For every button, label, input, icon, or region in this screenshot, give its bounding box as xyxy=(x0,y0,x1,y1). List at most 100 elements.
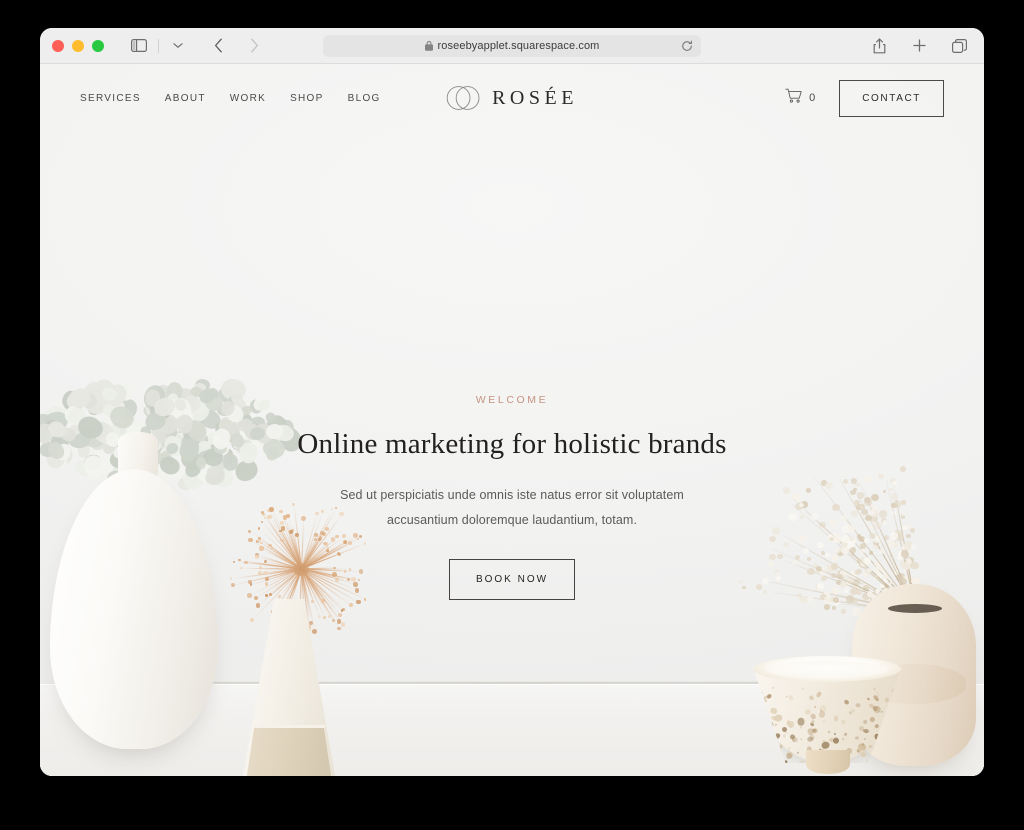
tabs-icon[interactable] xyxy=(946,34,972,58)
photo-bowl-speckle xyxy=(873,723,880,729)
window-traffic-lights xyxy=(52,39,104,52)
nav-item-work[interactable]: WORK xyxy=(230,93,266,104)
toolbar-right-controls xyxy=(866,34,972,58)
photo-small-vase-ring xyxy=(253,725,325,728)
photo-bowl-speckle xyxy=(862,718,868,725)
photo-bowl-speckle xyxy=(784,731,789,735)
toolbar-navigation xyxy=(205,34,267,58)
photo-bowl-speckle xyxy=(843,698,850,706)
web-page-viewport: SERVICES ABOUT WORK SHOP BLOG ROSÉE 0 CO… xyxy=(40,64,984,776)
sidebar-toggle-icon[interactable] xyxy=(126,34,152,58)
nav-item-shop[interactable]: SHOP xyxy=(290,93,324,104)
photo-bowl-speckle xyxy=(799,737,803,741)
photo-bowl-speckle xyxy=(788,694,795,702)
back-arrow-icon[interactable] xyxy=(205,34,231,58)
photo-bowl-speckle xyxy=(841,738,845,741)
photo-bowl-speckle xyxy=(868,744,872,748)
photo-bowl-speckle xyxy=(787,720,795,729)
photo-bowl-speckle xyxy=(802,688,804,690)
photo-bowl-interior xyxy=(766,661,888,678)
shopping-cart-icon xyxy=(785,88,803,109)
photo-bowl-speckle xyxy=(841,719,847,726)
toolbar-left-controls xyxy=(126,34,191,58)
photo-bowl-speckle xyxy=(808,694,815,702)
lock-icon xyxy=(424,40,433,51)
photo-bowl-speckle xyxy=(774,723,777,726)
photo-allium-floret xyxy=(250,618,254,622)
book-now-button[interactable]: BOOK NOW xyxy=(448,559,576,600)
photo-bowl-speckle xyxy=(813,705,817,710)
photo-allium-floret xyxy=(338,612,343,617)
photo-bowl-speckle xyxy=(796,751,800,754)
photo-babys-breath-floret xyxy=(831,606,836,610)
photo-bowl-speckle xyxy=(831,737,841,746)
photo-bowl-speckle xyxy=(868,716,876,723)
contact-button[interactable]: CONTACT xyxy=(839,79,944,117)
primary-navigation: SERVICES ABOUT WORK SHOP BLOG xyxy=(80,93,381,104)
photo-bowl-speckle xyxy=(815,691,823,699)
photo-allium-floret xyxy=(312,628,317,634)
site-logo[interactable]: ROSÉE xyxy=(446,85,578,111)
photo-babys-breath-floret xyxy=(823,603,831,610)
photo-bowl-speckle xyxy=(833,715,839,722)
photo-bowl-speckle xyxy=(827,730,831,734)
photo-allium-floret xyxy=(256,603,261,608)
photo-bowl-speckle xyxy=(877,693,880,696)
photo-bowl-speckle xyxy=(854,734,860,740)
photo-bowl-speckle xyxy=(866,697,870,701)
photo-bowl-speckle xyxy=(855,703,861,709)
address-bar-url: roseebyapplet.squarespace.com xyxy=(437,39,600,52)
minimize-window-button[interactable] xyxy=(72,39,84,52)
zoom-window-button[interactable] xyxy=(92,39,104,52)
browser-toolbar: roseebyapplet.squarespace.com xyxy=(40,28,984,64)
close-window-button[interactable] xyxy=(52,39,64,52)
nav-item-blog[interactable]: BLOG xyxy=(348,93,381,104)
photo-bowl-speckle xyxy=(873,705,882,714)
photo-bowl-speckle xyxy=(809,718,815,724)
nav-item-services[interactable]: SERVICES xyxy=(80,93,141,104)
hero-eyebrow: WELCOME xyxy=(475,394,549,406)
share-icon[interactable] xyxy=(866,34,892,58)
photo-bowl-speckle xyxy=(863,737,867,741)
chevron-down-icon[interactable] xyxy=(165,34,191,58)
photo-bowl-speckle xyxy=(880,710,883,713)
photo-bowl-speckle xyxy=(799,726,803,729)
photo-allium-floret xyxy=(323,616,326,619)
photo-bowl-speckle xyxy=(787,746,792,751)
header-actions: 0 CONTACT xyxy=(785,79,944,117)
browser-window: roseebyapplet.squarespace.com SERVICES A… xyxy=(40,28,984,776)
photo-bowl-speckle xyxy=(843,732,848,737)
toolbar-divider xyxy=(158,38,159,53)
photo-bowl-speckle xyxy=(797,718,805,726)
two-overlapping-circles-logo-icon xyxy=(446,85,480,111)
photo-bowl-foot xyxy=(806,750,850,774)
address-bar[interactable]: roseebyapplet.squarespace.com xyxy=(323,34,701,57)
hero-subcopy: Sed ut perspiciatis unde omnis iste natu… xyxy=(340,488,684,527)
photo-bowl-speckle xyxy=(865,759,868,762)
photo-allium-floret xyxy=(356,599,361,605)
photo-bowl-speckle xyxy=(833,733,837,736)
photo-allium-floret xyxy=(317,615,321,619)
photo-bowl-speckle xyxy=(851,708,856,712)
page-title: Online marketing for holistic brands xyxy=(297,428,727,460)
cart-button[interactable]: 0 xyxy=(785,88,815,109)
photo-small-vase-base xyxy=(245,727,333,776)
photo-gourd-vase-mouth xyxy=(888,604,942,613)
nav-item-about[interactable]: ABOUT xyxy=(165,93,206,104)
photo-allium-floret xyxy=(340,622,345,627)
photo-allium-floret xyxy=(342,607,346,611)
reload-icon[interactable] xyxy=(681,40,693,52)
photo-allium-floret xyxy=(336,626,341,631)
hero-content: WELCOME Online marketing for holistic br… xyxy=(40,394,984,600)
forward-arrow-icon[interactable] xyxy=(241,34,267,58)
brand-name: ROSÉE xyxy=(492,86,578,109)
plus-icon[interactable] xyxy=(906,34,932,58)
photo-bowl-speckle xyxy=(822,719,825,722)
photo-babys-breath-floret xyxy=(840,609,847,615)
cart-item-count: 0 xyxy=(809,92,816,104)
photo-bowl-speckle xyxy=(810,734,815,740)
photo-bowl-speckle xyxy=(872,687,877,692)
photo-bowl-speckle xyxy=(771,686,775,690)
site-header: SERVICES ABOUT WORK SHOP BLOG ROSÉE 0 CO… xyxy=(40,64,984,132)
photo-allium-floret xyxy=(348,602,354,608)
